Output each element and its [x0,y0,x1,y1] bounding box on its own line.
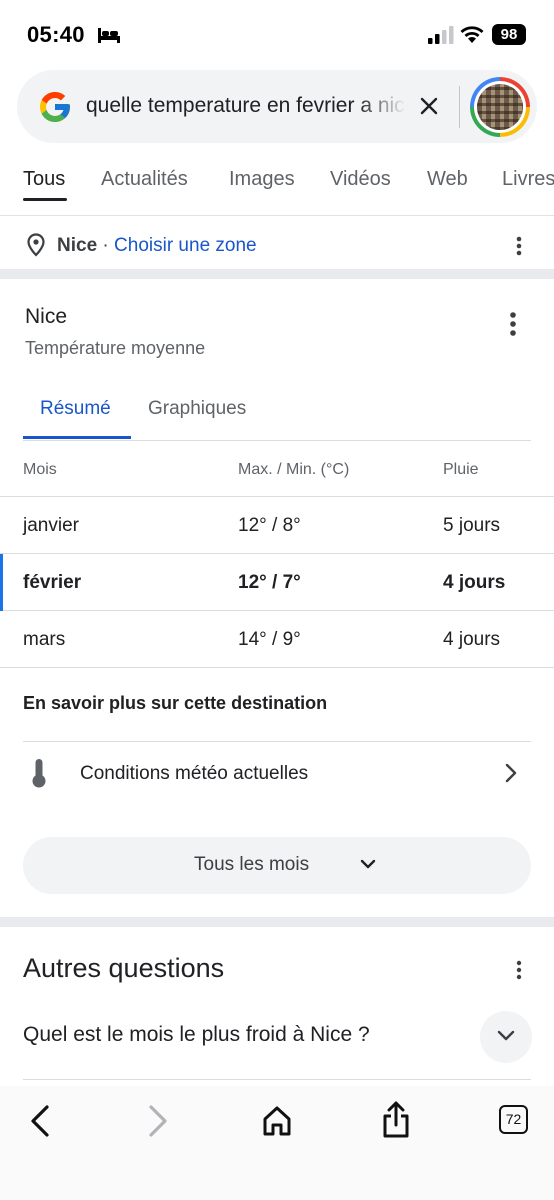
location-city: Nice [57,235,98,256]
tab-livres[interactable]: Livres [502,168,554,191]
forward-icon[interactable] [146,1104,170,1138]
search-bar[interactable]: quelle temperature en fevrier a nice [17,70,537,143]
row-rain: 4 jours [443,572,506,593]
row-rain: 4 jours [443,629,501,650]
card-title: Nice [25,305,68,328]
account-avatar[interactable] [470,77,530,137]
location-row: Nice · Choisir une zone [0,217,554,269]
current-month-marker [0,554,3,611]
location-text: Nice · Choisir une zone [57,235,257,257]
bed-icon [98,28,120,43]
google-logo-icon [40,92,70,122]
status-time: 05:40 [27,22,85,47]
choose-zone-link[interactable]: Choisir une zone [114,235,257,256]
card-subtabs: Résumé Graphiques [23,385,531,441]
active-subtab-indicator [23,436,131,439]
location-separator: · [97,235,115,256]
tab-switcher-button[interactable]: 72 [499,1105,528,1134]
all-months-label: Tous les mois [194,854,310,875]
thermometer-icon [32,759,46,788]
tab-tous[interactable]: Tous [23,168,65,191]
search-query[interactable]: quelle temperature en fevrier a nice [86,94,406,118]
paa-question[interactable]: Quel est le mois le plus froid à Nice ? [23,1023,370,1047]
wifi-icon [460,26,484,43]
active-tab-indicator [23,198,67,201]
header-month: Mois [23,461,57,478]
header-rain: Pluie [443,461,479,478]
card-subtitle: Température moyenne [25,338,206,358]
row-month: janvier [23,515,79,536]
header-temp: Max. / Min. (°C) [238,461,350,478]
table-row-current: février 12° / 7° 4 jours [0,554,554,611]
tab-web[interactable]: Web [427,168,468,191]
divider [23,1079,531,1080]
row-temp: 12° / 8° [238,515,301,536]
chevron-down-icon [497,1030,515,1041]
tab-images[interactable]: Images [229,168,295,191]
current-conditions-link[interactable]: Conditions météo actuelles [0,742,554,806]
row-temp: 12° / 7° [238,572,301,593]
learn-more-heading: En savoir plus sur cette destination [23,693,328,713]
table-row: janvier 12° / 8° 5 jours [0,497,554,554]
search-tabs: Tous Actualités Images Vidéos Web Livres [0,150,554,216]
row-temp: 14° / 9° [238,629,301,650]
subtab-graphiques[interactable]: Graphiques [148,398,246,420]
tab-actualites[interactable]: Actualités [101,168,188,191]
chevron-right-icon [505,763,517,783]
more-vert-icon[interactable] [508,311,518,337]
all-months-button[interactable]: Tous les mois [23,837,531,894]
close-icon[interactable] [417,94,441,118]
status-bar: 05:40 98 [0,0,554,68]
signal-icon [428,26,454,44]
more-vert-icon[interactable] [515,960,523,980]
table-header: Mois Max. / Min. (°C) Pluie [0,442,554,497]
paa-title: Autres questions [23,953,225,983]
current-conditions-label: Conditions météo actuelles [80,763,309,784]
row-rain: 5 jours [443,515,501,536]
battery-indicator: 98 [492,24,526,45]
section-divider [0,917,554,927]
section-divider [0,269,554,279]
search-divider [459,86,460,128]
home-icon[interactable] [261,1104,293,1138]
row-month: février [23,572,82,593]
more-vert-icon[interactable] [515,235,523,257]
location-pin-icon [27,233,45,257]
table-row: mars 14° / 9° 4 jours [0,611,554,668]
paa-expand-button[interactable] [480,1011,532,1063]
chevron-down-icon [360,859,376,869]
subtab-resume[interactable]: Résumé [40,398,111,420]
share-icon[interactable] [381,1101,411,1139]
back-icon[interactable] [28,1104,52,1138]
tab-videos[interactable]: Vidéos [330,168,391,191]
row-month: mars [23,629,66,650]
browser-toolbar: 72 [0,1086,554,1200]
